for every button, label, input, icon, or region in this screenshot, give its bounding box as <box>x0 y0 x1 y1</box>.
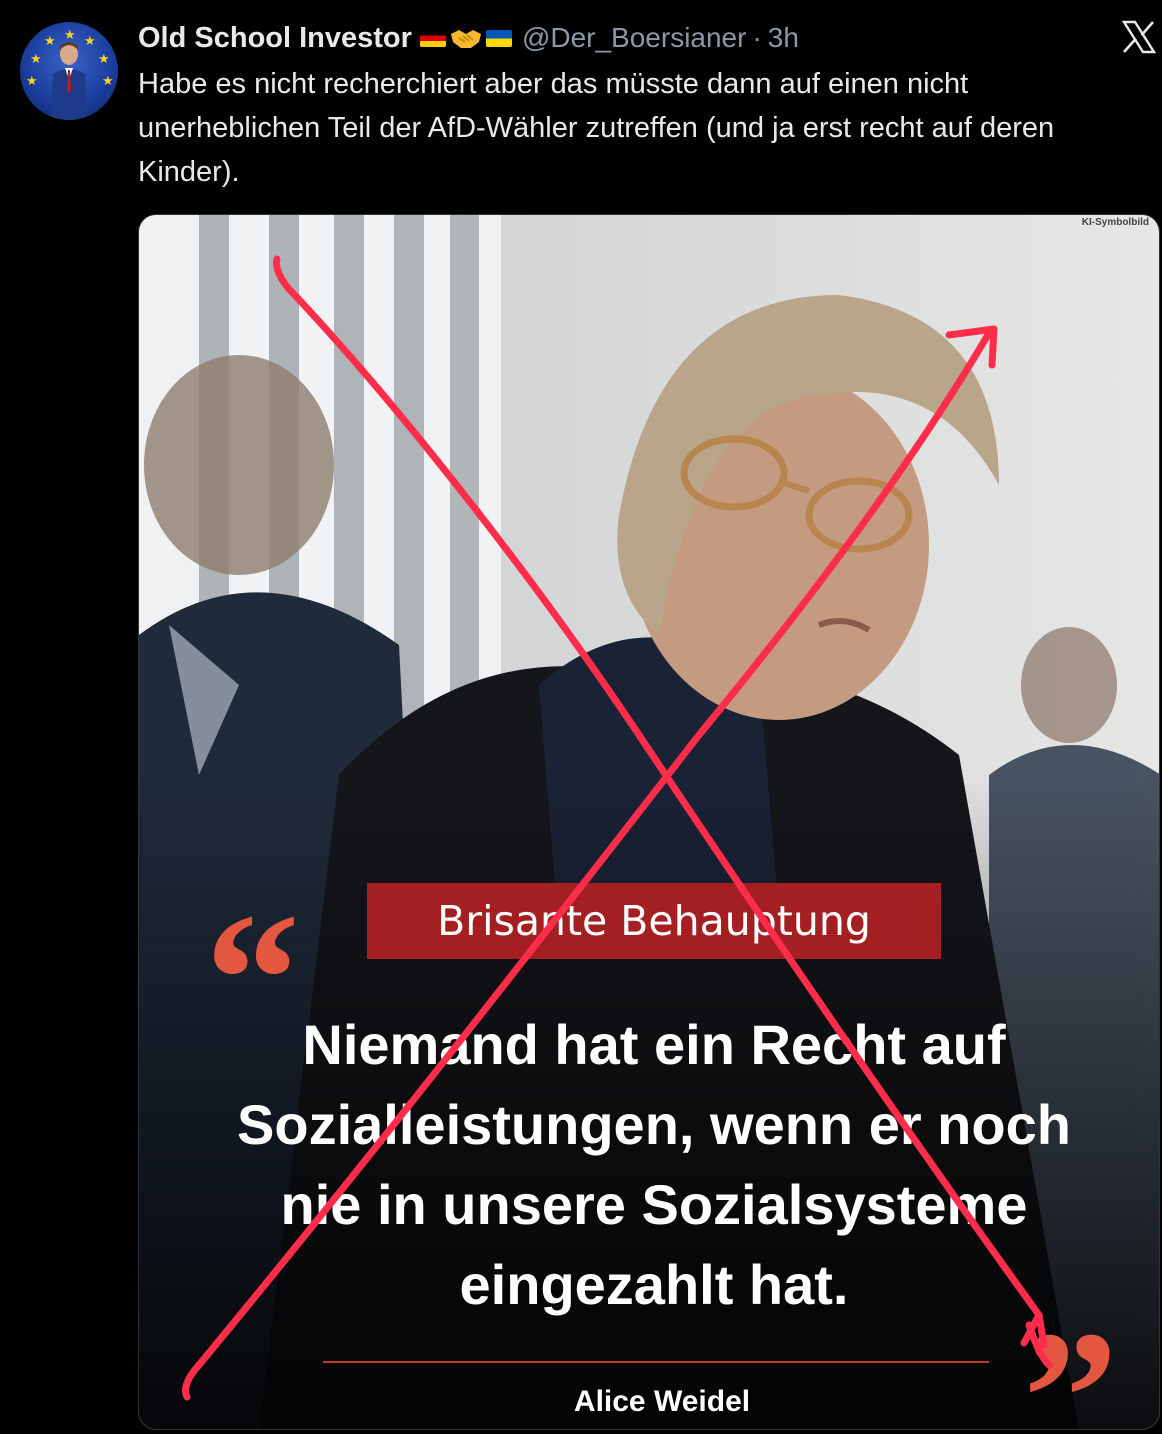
tweet-media[interactable]: KI-Symbolbild “ Brisante Behauptung Niem… <box>138 214 1160 1430</box>
avatar[interactable]: ★ ★ ★ ★ ★ ★ ★ <box>20 22 118 120</box>
post-time[interactable]: 3h <box>768 22 799 54</box>
star-icon: ★ <box>102 73 114 88</box>
star-icon: ★ <box>26 73 38 88</box>
claim-badge-label: Brisante Behauptung <box>437 897 871 945</box>
quote-close-mark: ” <box>1023 1293 1118 1430</box>
ai-image-label: KI-Symbolbild <box>1081 217 1149 228</box>
flag-ukraine-icon <box>485 29 512 47</box>
avatar-icon <box>51 42 87 120</box>
x-logo-icon[interactable] <box>1122 20 1156 54</box>
quote-divider <box>323 1361 989 1363</box>
tweet-header: Old School Investor @Der_Boersianer · 3h <box>138 20 799 56</box>
quote-author: Alice Weidel <box>573 1385 751 1418</box>
flag-germany-icon <box>419 29 446 47</box>
display-name[interactable]: Old School Investor <box>138 22 412 55</box>
quote-text: Niemand hat ein Recht auf Sozialleistung… <box>237 1013 1071 1316</box>
separator-dot: · <box>752 22 762 53</box>
tweet-text: Habe es nicht recherchiert aber das müss… <box>138 68 1055 188</box>
star-icon: ★ <box>30 51 42 66</box>
handshake-icon <box>450 30 481 48</box>
user-handle[interactable]: @Der_Boersianer <box>522 22 747 54</box>
name-emojis <box>419 26 512 50</box>
claim-badge: Brisante Behauptung <box>367 883 941 959</box>
star-icon: ★ <box>98 51 110 66</box>
